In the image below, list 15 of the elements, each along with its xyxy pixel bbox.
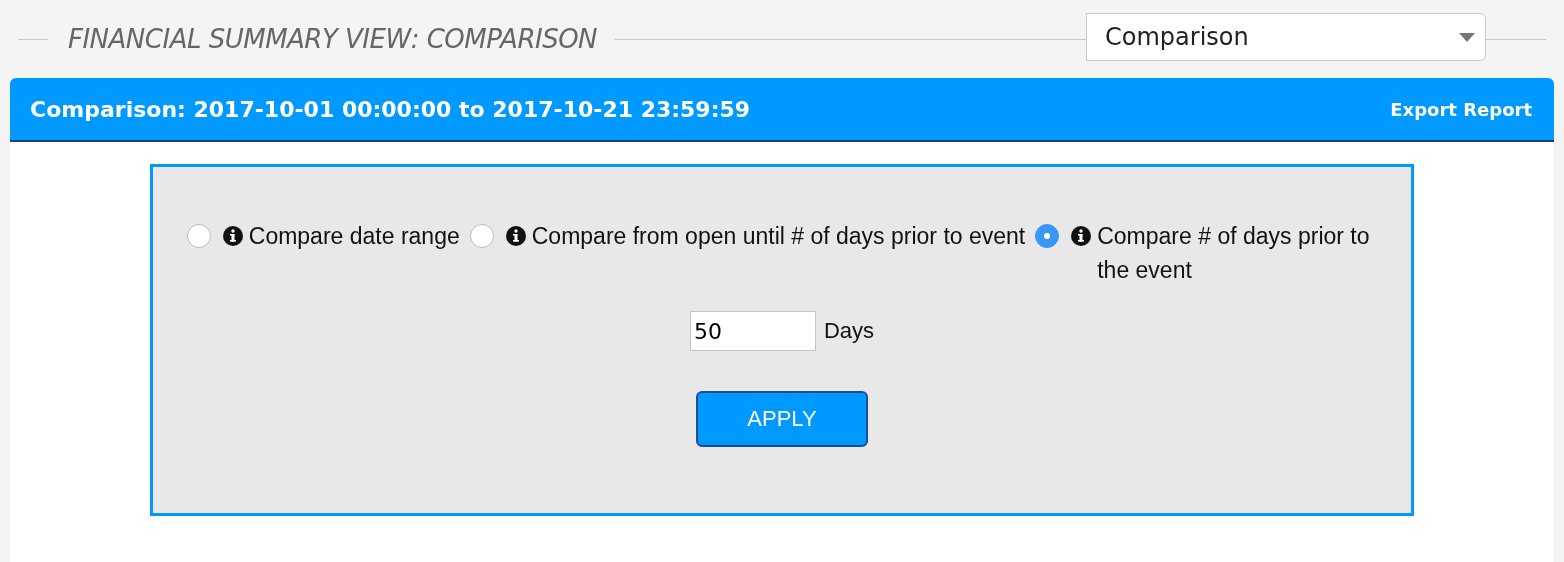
option-label: Compare # of days prior to the event bbox=[1097, 222, 1371, 285]
radio-button[interactable] bbox=[469, 224, 494, 248]
days-unit-label: Days bbox=[823, 318, 875, 344]
info-icon bbox=[1071, 226, 1092, 246]
info-icon bbox=[222, 226, 243, 246]
days-input[interactable]: 50 bbox=[689, 311, 816, 351]
caret-icon bbox=[1459, 32, 1475, 42]
radio-button[interactable] bbox=[186, 224, 211, 248]
option-label: Compare date range bbox=[248, 222, 460, 251]
info-icon bbox=[505, 226, 526, 246]
radio-button[interactable] bbox=[1035, 224, 1060, 248]
view-dropdown[interactable]: Comparison bbox=[1086, 13, 1486, 61]
header-title: Comparison: 2017-10-01 00:00:00 to 2017-10-21 23:59:59 bbox=[30, 96, 751, 122]
option-label: Compare from open until # of days prior to event bbox=[531, 222, 1026, 251]
page-title: FINANCIAL SUMMARY VIEW: COMPARISON bbox=[68, 24, 598, 54]
